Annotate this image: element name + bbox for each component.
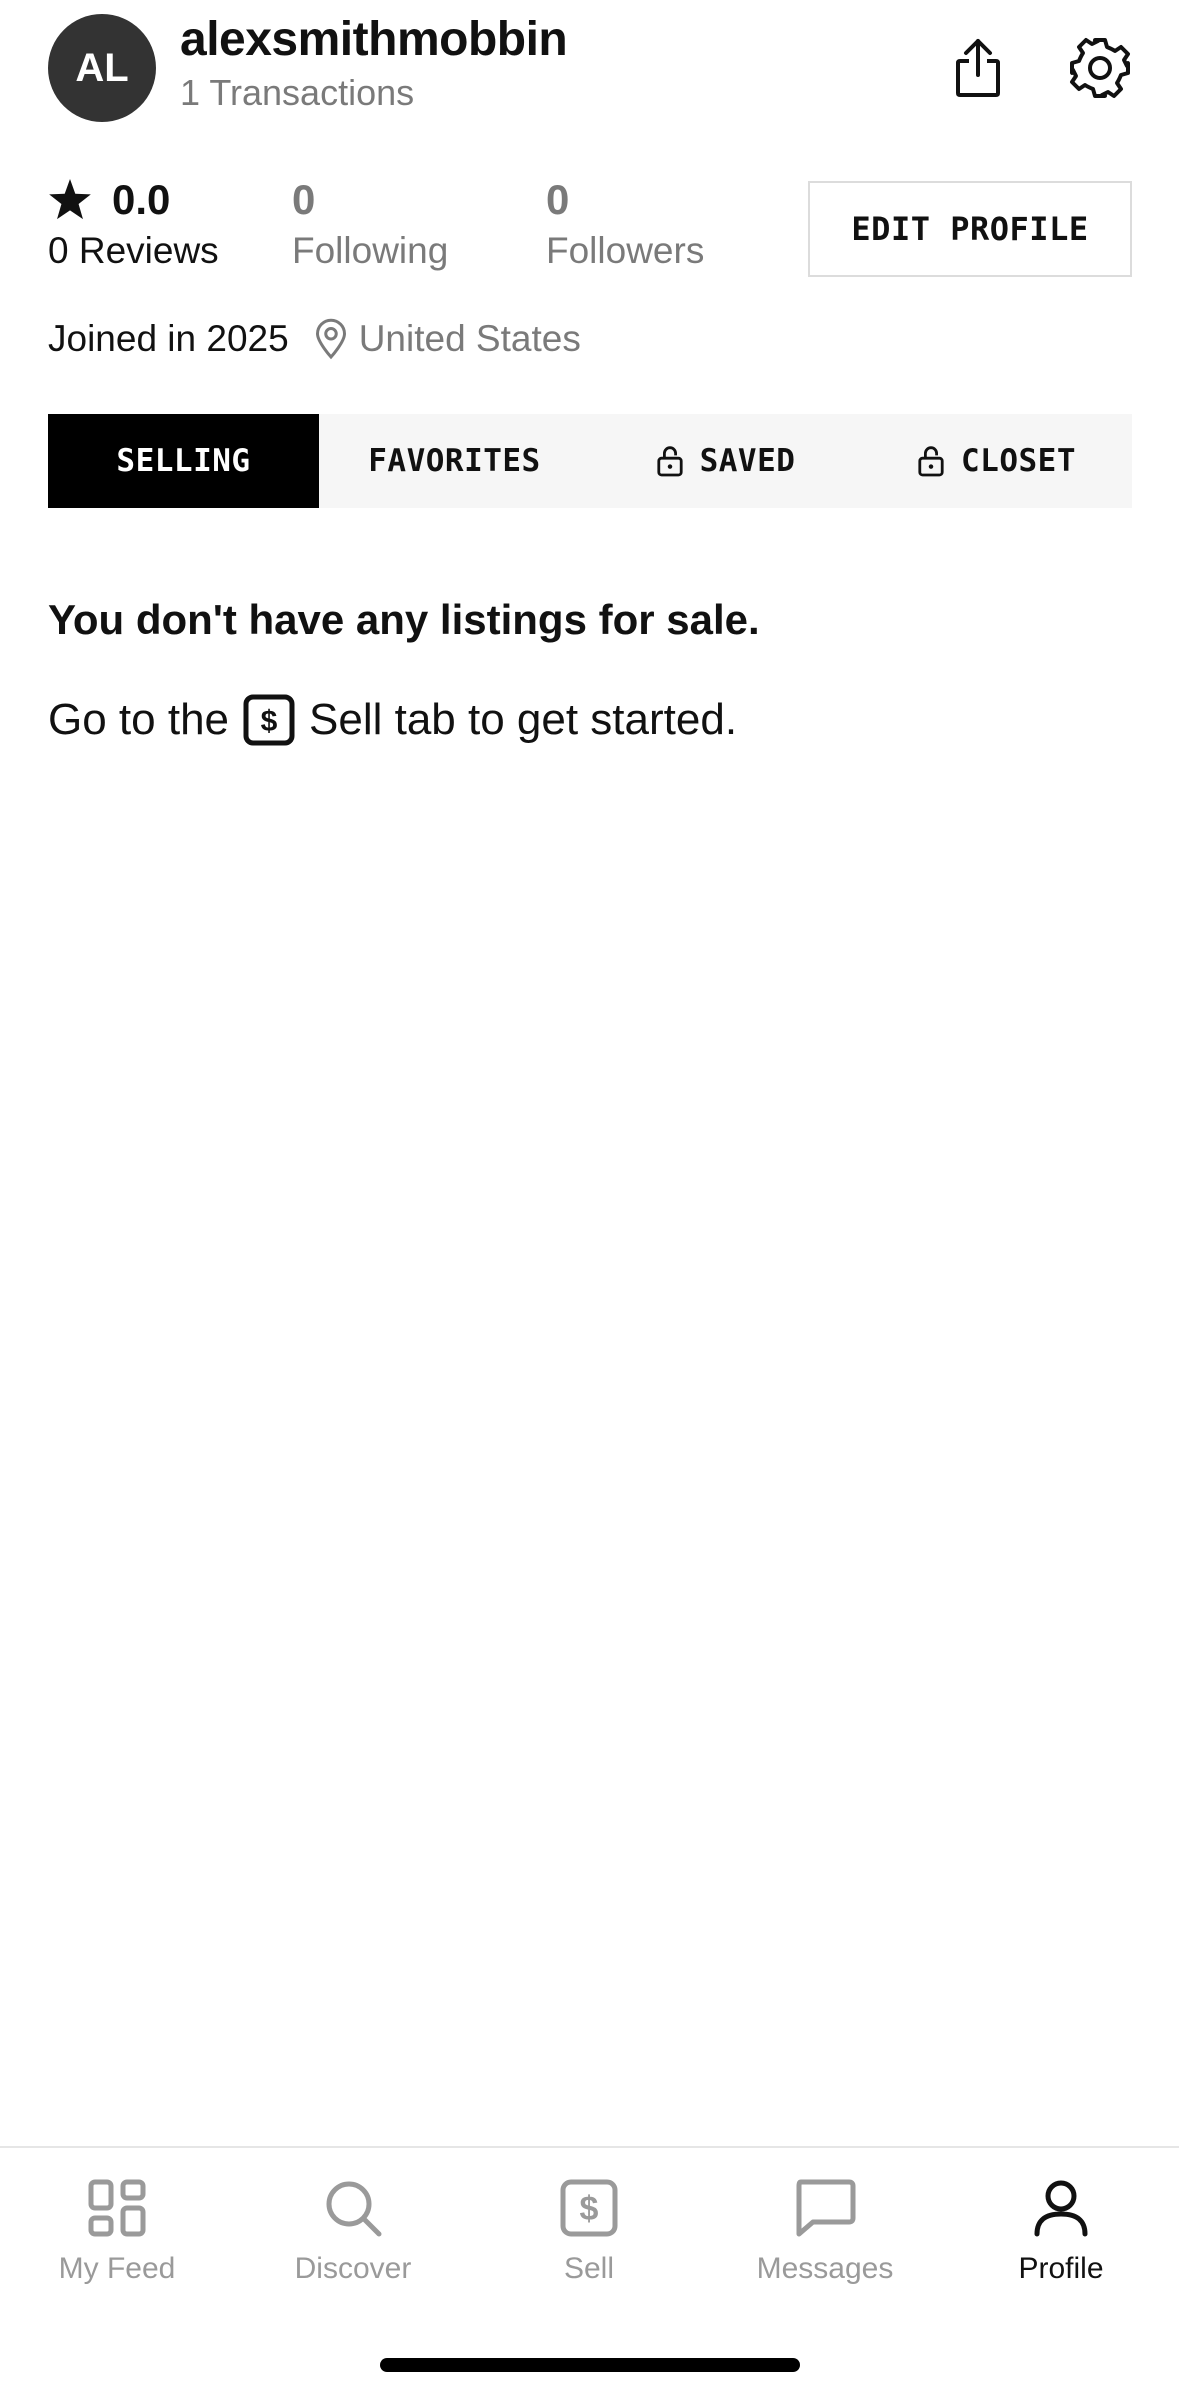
tab-selling-label: SELLING	[116, 443, 251, 479]
nav-sell-label: Sell	[563, 2252, 615, 2285]
location: United States	[313, 318, 581, 360]
transactions-count[interactable]: 1 Transactions	[180, 72, 414, 114]
nav-messages-label: Messages	[756, 2252, 894, 2285]
empty-state-prefix: Go to the	[48, 695, 230, 744]
share-button[interactable]	[940, 30, 1016, 106]
search-icon	[326, 2181, 382, 2237]
dollar-tag-icon: $	[243, 694, 295, 746]
tab-closet-label: CLOSET	[961, 443, 1076, 479]
tab-selling[interactable]: SELLING	[48, 414, 319, 508]
empty-state-title: You don't have any listings for sale.	[48, 596, 760, 643]
home-indicator[interactable]	[380, 2358, 800, 2372]
tab-saved[interactable]: SAVED	[590, 414, 861, 508]
following-label: Following	[292, 230, 449, 271]
lock-icon	[656, 446, 683, 477]
svg-text:$: $	[261, 705, 278, 738]
tab-favorites-label: FAVORITES	[368, 443, 541, 479]
svg-text:$: $	[580, 2190, 599, 2228]
tab-closet[interactable]: CLOSET	[861, 414, 1132, 508]
joined-date: Joined in 2025	[48, 318, 289, 359]
avatar-initials: AL	[75, 45, 129, 90]
empty-state-message: Go to the $ Sell tab to get started.	[48, 694, 737, 746]
nav-profile[interactable]: Profile	[961, 2178, 1161, 2286]
profile-tabs: SELLING FAVORITES SAVED CLOSET	[48, 414, 1132, 508]
profile-meta: Joined in 2025 United States	[48, 318, 581, 360]
chat-bubble-icon	[796, 2179, 856, 2237]
lock-icon	[918, 446, 944, 477]
gear-icon	[1070, 38, 1130, 98]
profile-screen: AL alexsmithmobbin 1 Transactions 0.0 0 …	[0, 0, 1179, 2396]
tab-saved-label: SAVED	[699, 443, 796, 479]
following-count: 0	[292, 176, 316, 223]
avatar[interactable]: AL	[48, 14, 156, 122]
share-icon	[956, 39, 1000, 97]
nav-messages[interactable]: Messages	[725, 2178, 925, 2286]
nav-discover-label: Discover	[294, 2252, 412, 2285]
followers-label: Followers	[546, 230, 705, 271]
star-icon	[49, 179, 91, 220]
dollar-tag-icon: $	[560, 2179, 618, 2237]
nav-my-feed-label: My Feed	[58, 2252, 176, 2285]
location-text: United States	[358, 318, 581, 359]
nav-discover[interactable]: Discover	[253, 2178, 453, 2286]
person-icon	[1034, 2180, 1088, 2237]
following-stat[interactable]: 0 Following	[292, 172, 448, 272]
followers-count: 0	[546, 176, 570, 223]
grid-icon	[88, 2179, 146, 2237]
nav-my-feed[interactable]: My Feed	[17, 2178, 217, 2286]
tab-favorites[interactable]: FAVORITES	[319, 414, 590, 508]
reviews-stat[interactable]: 0.0 0 Reviews	[48, 172, 219, 272]
reviews-label: 0 Reviews	[48, 230, 219, 271]
settings-button[interactable]	[1062, 30, 1138, 106]
empty-state-suffix: Sell tab to get started.	[309, 695, 738, 744]
location-pin-icon	[315, 318, 346, 360]
nav-profile-label: Profile	[1018, 2252, 1104, 2285]
followers-stat[interactable]: 0 Followers	[546, 172, 704, 272]
nav-sell[interactable]: $ Sell	[489, 2178, 689, 2286]
edit-profile-button[interactable]: EDIT PROFILE	[808, 181, 1132, 277]
rating-value: 0.0	[112, 176, 171, 223]
username: alexsmithmobbin	[180, 13, 568, 66]
